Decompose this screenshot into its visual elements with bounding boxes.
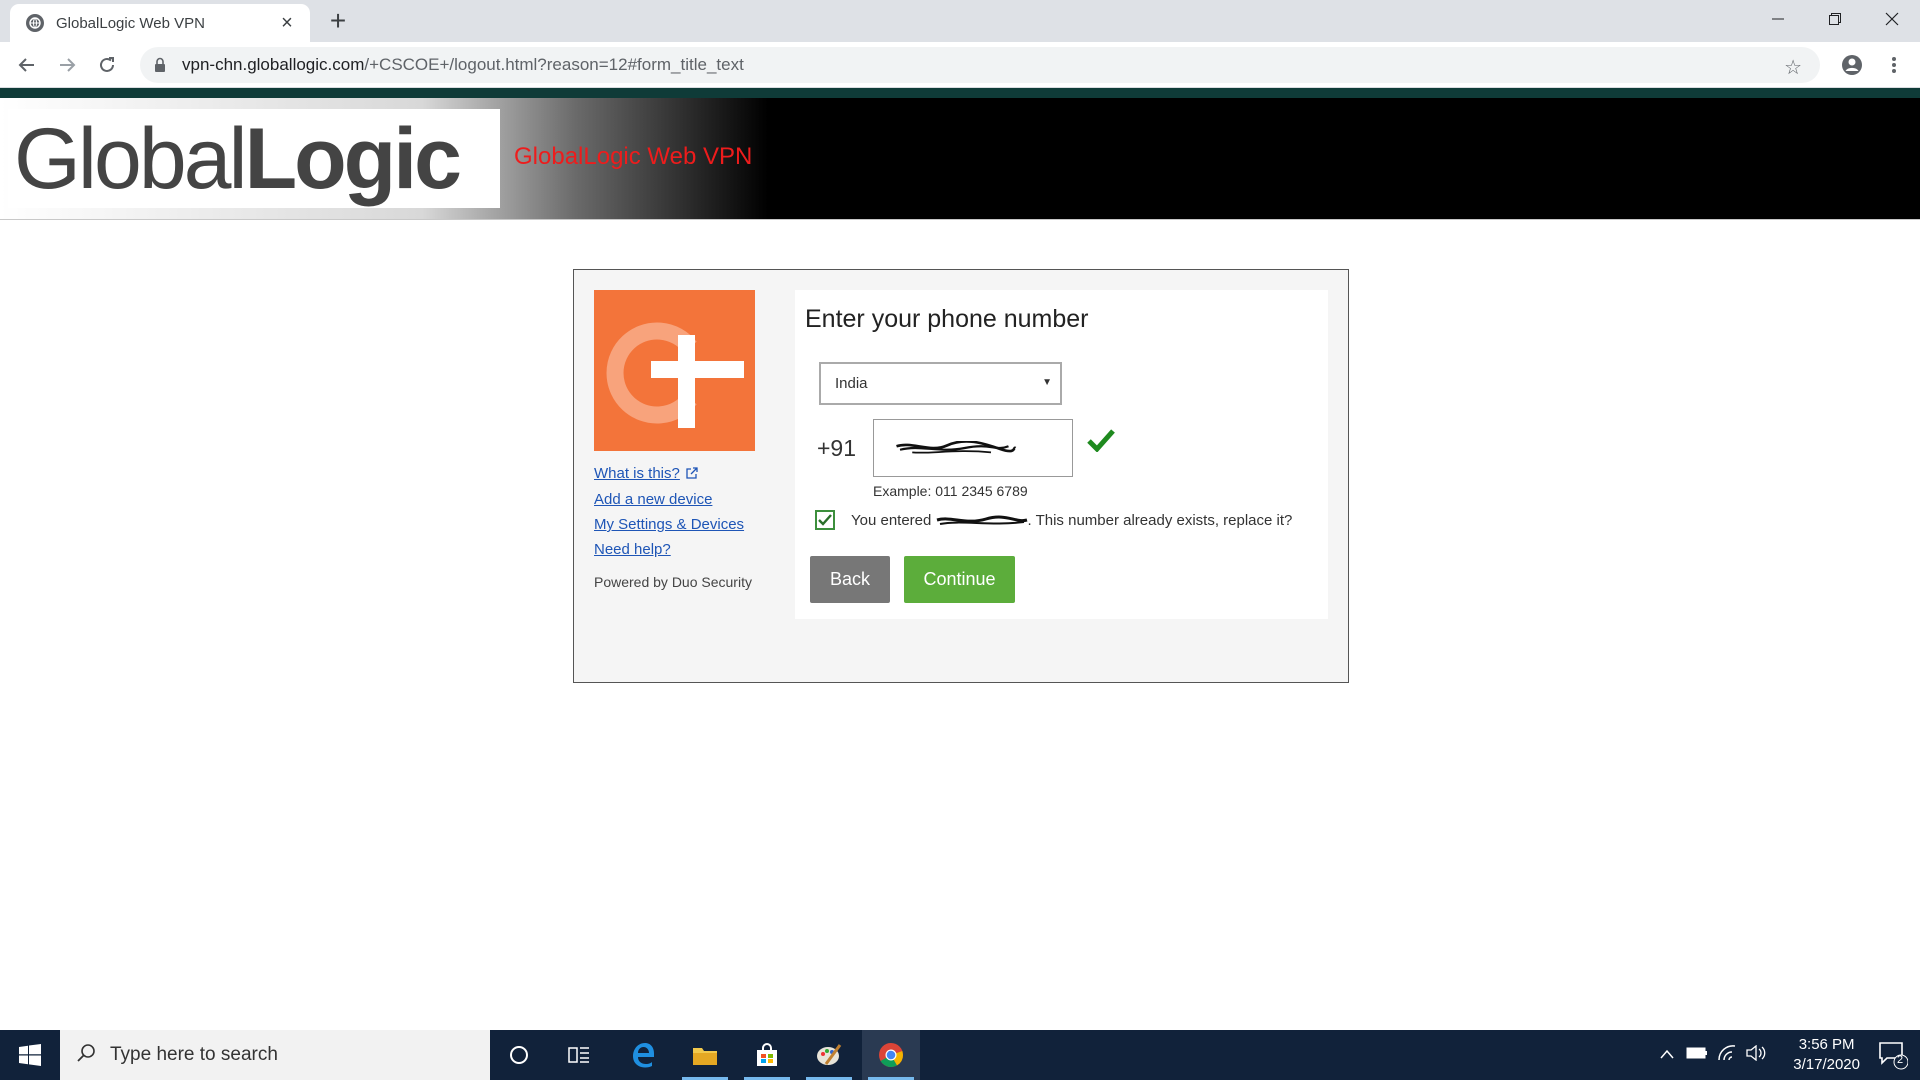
task-view-icon[interactable] [550,1030,608,1080]
reload-icon[interactable] [91,49,123,81]
back-arrow-icon[interactable] [11,49,43,81]
browser-tabstrip: GlobalLogic Web VPN × + [0,0,1920,42]
powered-by-text: Powered by Duo Security [594,574,752,590]
cortana-icon[interactable] [490,1030,548,1080]
clock-date: 3/17/2020 [1793,1056,1860,1073]
windows-start-icon[interactable] [0,1030,60,1080]
phone-entry-panel: Enter your phone number India ▼ +91 Exam… [795,290,1328,619]
phone-number-input[interactable] [873,419,1073,477]
dial-code: +91 [817,435,857,461]
tab-title: GlobalLogic Web VPN [56,14,205,32]
close-window-icon[interactable] [1863,0,1920,38]
system-tray [1652,1030,1772,1080]
add-device-link[interactable]: Add a new device [594,491,744,508]
clock-time: 3:56 PM [1798,1036,1855,1053]
duo-logo-icon [594,290,755,451]
external-link-icon [686,466,698,483]
paint-icon[interactable] [800,1030,858,1080]
redacted-number [936,514,1028,526]
globe-icon [26,14,44,32]
tray-chevron-up-icon[interactable] [1652,1046,1682,1064]
help-links: What is this? Add a new device My Settin… [594,465,744,566]
file-explorer-icon[interactable] [676,1030,734,1080]
kebab-menu-icon[interactable] [1878,49,1910,81]
taskbar-clock[interactable]: 3:56 PM 3/17/2020 [1793,1035,1860,1075]
continue-button[interactable]: Continue [904,556,1015,603]
store-icon[interactable] [738,1030,796,1080]
taskbar-search[interactable]: Type here to search [60,1030,490,1080]
profile-icon[interactable] [1836,49,1868,81]
redaction-scribble-icon [896,441,1017,454]
need-help-link[interactable]: Need help? [594,541,744,558]
wifi-icon[interactable] [1712,1044,1742,1066]
duo-frame: What is this? Add a new device My Settin… [573,269,1349,683]
action-center-icon[interactable]: 2 [1878,1040,1909,1075]
new-tab-button[interactable]: + [322,6,354,38]
valid-checkmark-icon [1087,428,1115,457]
vpn-header: GlobalLogic GlobalLogic Web VPN [0,88,1920,219]
settings-devices-link[interactable]: My Settings & Devices [594,516,744,533]
browser-tab[interactable]: GlobalLogic Web VPN × [10,4,310,42]
bookmark-star-icon[interactable]: ☆ [1784,55,1802,80]
edge-icon[interactable] [614,1030,672,1080]
panel-title: Enter your phone number [805,305,1089,333]
back-button[interactable]: Back [810,556,890,603]
lock-icon [154,57,168,73]
replace-prefix: You entered [851,511,932,529]
close-tab-icon[interactable]: × [276,12,298,34]
replace-suffix: . This number already exists, replace it… [1027,511,1293,529]
vpn-title: GlobalLogic Web VPN [514,143,753,170]
example-text: Example: 011 2345 6789 [873,483,1028,499]
country-select[interactable]: India ▼ [819,362,1062,405]
address-bar[interactable]: vpn-chn.globallogic.com/+CSCOE+/logout.h… [140,47,1820,83]
page-content: GlobalLogic GlobalLogic Web VPN What is … [0,88,1920,1030]
what-is-this-link[interactable]: What is this? [594,465,744,483]
header-divider [0,219,1920,220]
window-controls [1749,0,1920,38]
restore-icon[interactable] [1806,0,1863,38]
battery-icon[interactable] [1682,1046,1712,1064]
country-value: India [835,375,868,392]
search-icon [76,1043,96,1068]
replace-checkbox[interactable] [815,510,835,530]
check-icon [818,514,832,526]
volume-icon[interactable] [1742,1044,1772,1066]
url-text: vpn-chn.globallogic.com/+CSCOE+/logout.h… [182,55,744,74]
replace-number-row: You entered . This number already exists… [815,510,1292,530]
notification-count: 2 [1897,1054,1904,1066]
forward-arrow-icon[interactable] [51,49,83,81]
browser-toolbar: vpn-chn.globallogic.com/+CSCOE+/logout.h… [0,42,1920,88]
chrome-icon[interactable] [862,1030,920,1080]
globallogic-logo: GlobalLogic [8,109,500,208]
search-placeholder: Type here to search [110,1044,278,1065]
windows-taskbar: Type here to search 3:56 PM 3/17/2020 2 [0,1030,1920,1080]
minimize-icon[interactable] [1749,0,1806,38]
dropdown-arrow-icon: ▼ [1042,377,1052,388]
